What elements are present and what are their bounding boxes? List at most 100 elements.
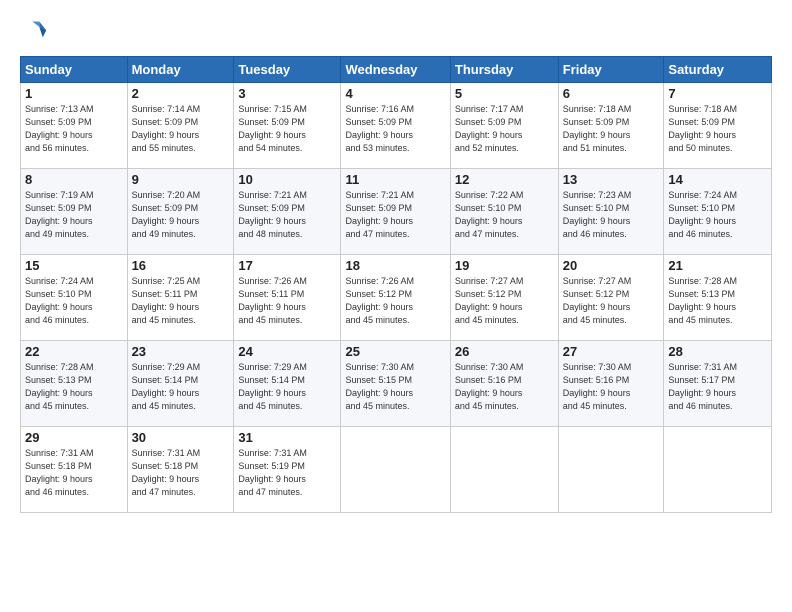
day-number: 20 (563, 258, 660, 273)
calendar-cell: 26 Sunrise: 7:30 AM Sunset: 5:16 PM Dayli… (450, 341, 558, 427)
day-number: 16 (132, 258, 230, 273)
day-number: 17 (238, 258, 336, 273)
day-info: Sunrise: 7:24 AM Sunset: 5:10 PM Dayligh… (25, 275, 123, 327)
day-info: Sunrise: 7:30 AM Sunset: 5:15 PM Dayligh… (345, 361, 445, 413)
day-number: 9 (132, 172, 230, 187)
day-info: Sunrise: 7:24 AM Sunset: 5:10 PM Dayligh… (668, 189, 767, 241)
day-number: 11 (345, 172, 445, 187)
day-number: 2 (132, 86, 230, 101)
calendar-cell: 6 Sunrise: 7:18 AM Sunset: 5:09 PM Daylig… (558, 83, 664, 169)
day-number: 23 (132, 344, 230, 359)
calendar-cell: 13Sunrise: 7:23 AM Sunset: 5:10 PM Dayli… (558, 169, 664, 255)
calendar-cell: 4 Sunrise: 7:16 AM Sunset: 5:09 PM Daylig… (341, 83, 450, 169)
weekday-header-thursday: Thursday (450, 57, 558, 83)
day-info: Sunrise: 7:28 AM Sunset: 5:13 PM Dayligh… (668, 275, 767, 327)
day-info: Sunrise: 7:21 AM Sunset: 5:09 PM Dayligh… (238, 189, 336, 241)
calendar-cell: 1 Sunrise: 7:13 AM Sunset: 5:09 PM Daylig… (21, 83, 128, 169)
day-number: 4 (345, 86, 445, 101)
day-info: Sunrise: 7:31 AM Sunset: 5:17 PM Dayligh… (668, 361, 767, 413)
day-info: Sunrise: 7:31 AM Sunset: 5:18 PM Dayligh… (132, 447, 230, 499)
calendar-cell: 20 Sunrise: 7:27 AM Sunset: 5:12 PM Dayli… (558, 255, 664, 341)
day-number: 6 (563, 86, 660, 101)
calendar-cell: 12Sunrise: 7:22 AM Sunset: 5:10 PM Dayli… (450, 169, 558, 255)
day-number: 10 (238, 172, 336, 187)
day-number: 26 (455, 344, 554, 359)
weekday-header-saturday: Saturday (664, 57, 772, 83)
day-number: 29 (25, 430, 123, 445)
day-info: Sunrise: 7:27 AM Sunset: 5:12 PM Dayligh… (563, 275, 660, 327)
calendar-week-5: 29 Sunrise: 7:31 AM Sunset: 5:18 PM Dayli… (21, 427, 772, 513)
calendar-cell: 7 Sunrise: 7:18 AM Sunset: 5:09 PM Daylig… (664, 83, 772, 169)
day-info: Sunrise: 7:23 AM Sunset: 5:10 PM Dayligh… (563, 189, 660, 241)
day-number: 19 (455, 258, 554, 273)
calendar-cell: 27Sunrise: 7:30 AM Sunset: 5:16 PM Dayli… (558, 341, 664, 427)
page: SundayMondayTuesdayWednesdayThursdayFrid… (0, 0, 792, 523)
day-info: Sunrise: 7:28 AM Sunset: 5:13 PM Dayligh… (25, 361, 123, 413)
calendar-cell: 3 Sunrise: 7:15 AM Sunset: 5:09 PM Daylig… (234, 83, 341, 169)
day-number: 27 (563, 344, 660, 359)
weekday-header-wednesday: Wednesday (341, 57, 450, 83)
logo (20, 18, 52, 46)
calendar-week-2: 8 Sunrise: 7:19 AM Sunset: 5:09 PM Daylig… (21, 169, 772, 255)
calendar-cell: 21 Sunrise: 7:28 AM Sunset: 5:13 PM Dayli… (664, 255, 772, 341)
day-info: Sunrise: 7:18 AM Sunset: 5:09 PM Dayligh… (668, 103, 767, 155)
weekday-header-row: SundayMondayTuesdayWednesdayThursdayFrid… (21, 57, 772, 83)
calendar-cell: 19 Sunrise: 7:27 AM Sunset: 5:12 PM Dayli… (450, 255, 558, 341)
day-info: Sunrise: 7:18 AM Sunset: 5:09 PM Dayligh… (563, 103, 660, 155)
calendar-cell: 5 Sunrise: 7:17 AM Sunset: 5:09 PM Daylig… (450, 83, 558, 169)
calendar-cell: 16Sunrise: 7:25 AM Sunset: 5:11 PM Dayli… (127, 255, 234, 341)
calendar-cell (558, 427, 664, 513)
calendar-week-4: 22 Sunrise: 7:28 AM Sunset: 5:13 PM Dayli… (21, 341, 772, 427)
calendar-cell: 24 Sunrise: 7:29 AM Sunset: 5:14 PM Dayli… (234, 341, 341, 427)
calendar-cell: 2 Sunrise: 7:14 AM Sunset: 5:09 PM Daylig… (127, 83, 234, 169)
day-info: Sunrise: 7:17 AM Sunset: 5:09 PM Dayligh… (455, 103, 554, 155)
day-info: Sunrise: 7:22 AM Sunset: 5:10 PM Dayligh… (455, 189, 554, 241)
calendar-cell (341, 427, 450, 513)
header (20, 18, 772, 46)
calendar-cell: 22 Sunrise: 7:28 AM Sunset: 5:13 PM Dayli… (21, 341, 128, 427)
calendar-cell (450, 427, 558, 513)
calendar-cell (664, 427, 772, 513)
day-number: 1 (25, 86, 123, 101)
weekday-header-sunday: Sunday (21, 57, 128, 83)
day-info: Sunrise: 7:27 AM Sunset: 5:12 PM Dayligh… (455, 275, 554, 327)
calendar-cell: 31 Sunrise: 7:31 AM Sunset: 5:19 PM Dayli… (234, 427, 341, 513)
logo-icon (20, 18, 48, 46)
calendar-cell: 14Sunrise: 7:24 AM Sunset: 5:10 PM Dayli… (664, 169, 772, 255)
day-number: 8 (25, 172, 123, 187)
day-number: 31 (238, 430, 336, 445)
day-info: Sunrise: 7:15 AM Sunset: 5:09 PM Dayligh… (238, 103, 336, 155)
calendar-cell: 30Sunrise: 7:31 AM Sunset: 5:18 PM Dayli… (127, 427, 234, 513)
weekday-header-friday: Friday (558, 57, 664, 83)
day-info: Sunrise: 7:26 AM Sunset: 5:11 PM Dayligh… (238, 275, 336, 327)
day-info: Sunrise: 7:19 AM Sunset: 5:09 PM Dayligh… (25, 189, 123, 241)
calendar-cell: 17 Sunrise: 7:26 AM Sunset: 5:11 PM Dayli… (234, 255, 341, 341)
day-number: 3 (238, 86, 336, 101)
calendar-cell: 15 Sunrise: 7:24 AM Sunset: 5:10 PM Dayli… (21, 255, 128, 341)
day-number: 21 (668, 258, 767, 273)
day-number: 22 (25, 344, 123, 359)
day-info: Sunrise: 7:13 AM Sunset: 5:09 PM Dayligh… (25, 103, 123, 155)
weekday-header-tuesday: Tuesday (234, 57, 341, 83)
day-number: 25 (345, 344, 445, 359)
day-number: 24 (238, 344, 336, 359)
day-info: Sunrise: 7:29 AM Sunset: 5:14 PM Dayligh… (238, 361, 336, 413)
calendar-cell: 9 Sunrise: 7:20 AM Sunset: 5:09 PM Daylig… (127, 169, 234, 255)
calendar-cell: 28 Sunrise: 7:31 AM Sunset: 5:17 PM Dayli… (664, 341, 772, 427)
day-number: 15 (25, 258, 123, 273)
day-info: Sunrise: 7:14 AM Sunset: 5:09 PM Dayligh… (132, 103, 230, 155)
calendar-body: 1 Sunrise: 7:13 AM Sunset: 5:09 PM Daylig… (21, 83, 772, 513)
calendar-cell: 10 Sunrise: 7:21 AM Sunset: 5:09 PM Dayli… (234, 169, 341, 255)
calendar-cell: 11Sunrise: 7:21 AM Sunset: 5:09 PM Dayli… (341, 169, 450, 255)
calendar-cell: 8 Sunrise: 7:19 AM Sunset: 5:09 PM Daylig… (21, 169, 128, 255)
calendar-cell: 29Sunrise: 7:31 AM Sunset: 5:18 PM Dayli… (21, 427, 128, 513)
day-info: Sunrise: 7:31 AM Sunset: 5:19 PM Dayligh… (238, 447, 336, 499)
day-number: 28 (668, 344, 767, 359)
day-number: 18 (345, 258, 445, 273)
day-info: Sunrise: 7:20 AM Sunset: 5:09 PM Dayligh… (132, 189, 230, 241)
day-number: 5 (455, 86, 554, 101)
day-number: 7 (668, 86, 767, 101)
day-info: Sunrise: 7:16 AM Sunset: 5:09 PM Dayligh… (345, 103, 445, 155)
calendar-cell: 25 Sunrise: 7:30 AM Sunset: 5:15 PM Dayli… (341, 341, 450, 427)
day-info: Sunrise: 7:30 AM Sunset: 5:16 PM Dayligh… (455, 361, 554, 413)
